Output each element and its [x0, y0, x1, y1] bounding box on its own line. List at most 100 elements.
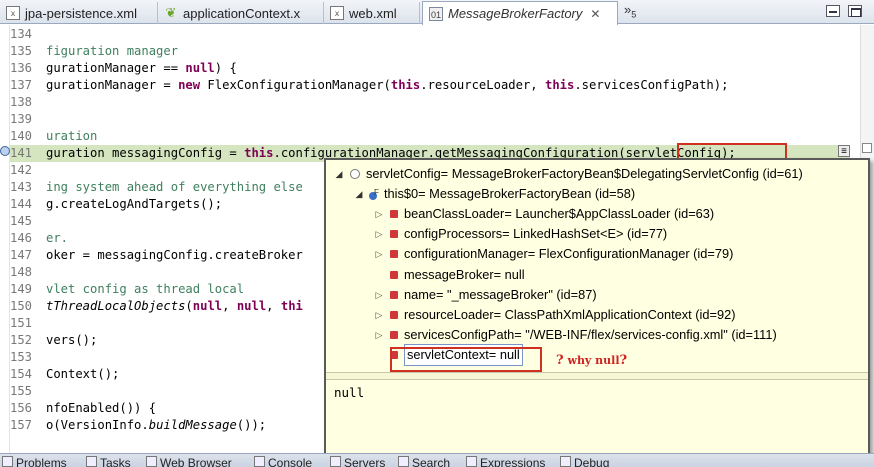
private-field-icon: [390, 210, 398, 218]
spring-leaf-icon: ❦: [165, 5, 177, 20]
code-token: ,: [222, 299, 237, 313]
tree-node-label: configurationManager= FlexConfigurationM…: [404, 246, 734, 262]
console-icon: [254, 456, 265, 467]
code-token: oker = messagingConfig.createBroker: [46, 248, 303, 262]
tree-node-label: servletConfig= MessageBrokerFactoryBean$…: [366, 166, 803, 181]
tree-child-node[interactable]: ▷ servicesConfigPath= "/WEB-INF/flex/serv…: [372, 325, 777, 345]
tab-application-context[interactable]: ❦ applicationContext.x: [158, 2, 324, 24]
private-field-icon: [390, 250, 398, 259]
code-token: ing system ahead of everything else: [46, 180, 303, 194]
view-tab[interactable]: Console: [254, 456, 312, 467]
popup-splitter[interactable]: [326, 372, 868, 380]
popup-menu-icon[interactable]: ≡: [838, 145, 850, 157]
line-number: 144: [10, 197, 33, 211]
view-tab-label: Web Browser: [160, 456, 232, 467]
code-token: guration messagingConfig =: [46, 146, 245, 160]
overflow-count: 5: [631, 9, 637, 20]
servers-icon: [330, 456, 341, 467]
code-token: ());: [236, 418, 267, 432]
code-token: gurationManager ==: [46, 61, 186, 75]
code-token: nfoEnabled()) {: [46, 401, 157, 415]
view-tab[interactable]: Tasks: [86, 456, 131, 467]
code-line[interactable]: 137 gurationManager = new FlexConfigurati…: [10, 77, 850, 94]
line-number: 138: [10, 95, 33, 109]
line-number: 152: [10, 333, 33, 347]
private-field-icon: [390, 331, 398, 340]
code-line[interactable]: 135 figuration manager: [10, 43, 850, 60]
view-tab[interactable]: Web Browser: [146, 456, 232, 467]
line-number: 146: [10, 231, 33, 245]
tab-message-broker-factory[interactable]: 01 MessageBrokerFactory ✕: [422, 1, 618, 25]
code-token: figuration manager: [46, 44, 179, 58]
variable-icon: [350, 169, 360, 179]
line-number: 139: [10, 112, 33, 126]
tree-node-label: configProcessors= LinkedHashSet<E> (id=7…: [404, 226, 668, 242]
editor-tab-bar: x jpa-persistence.xml ❦ applicationConte…: [0, 0, 874, 25]
line-number: 156: [10, 401, 33, 415]
tree-node-label: beanClassLoader= Launcher$AppClassLoader…: [404, 206, 715, 221]
view-tab[interactable]: Search: [398, 456, 450, 467]
line-number: 140: [10, 129, 33, 143]
code-token: uration: [46, 129, 98, 143]
tree-child-node[interactable]: ▷ resourceLoader= ClassPathXmlApplication…: [372, 305, 736, 325]
minimize-button[interactable]: [826, 5, 840, 17]
code-token: g.createLogAndTargets();: [46, 197, 223, 211]
close-tab-icon[interactable]: ✕: [590, 7, 600, 21]
tasks-icon: [86, 456, 97, 467]
tree-node-label: messageBroker= null: [404, 266, 525, 282]
collapse-triangle-icon[interactable]: ◢: [352, 184, 366, 204]
line-number: 147: [10, 248, 33, 262]
code-token: vlet config as thread local: [46, 282, 245, 296]
tree-this-node[interactable]: ◢ F this$0= MessageBrokerFactoryBean (id…: [352, 184, 636, 204]
code-token: vers();: [46, 333, 98, 347]
private-field-icon: [390, 230, 398, 239]
line-number: 153: [10, 350, 33, 364]
question-mark: ?: [556, 353, 564, 368]
maximize-button[interactable]: [848, 5, 862, 17]
view-tab-label: Tasks: [100, 456, 131, 467]
expand-triangle-icon[interactable]: ▷: [372, 325, 386, 345]
view-tab[interactable]: Problems: [2, 456, 67, 467]
view-tab[interactable]: Expressions: [466, 456, 545, 467]
tree-root-node[interactable]: ◢ servletConfig= MessageBrokerFactoryBea…: [332, 164, 803, 184]
line-number: 134: [10, 27, 33, 41]
code-token: .servicesConfigPath);: [574, 78, 729, 92]
detail-pane[interactable]: null: [326, 380, 868, 458]
code-line[interactable]: 134: [10, 26, 850, 43]
code-line[interactable]: 139: [10, 111, 850, 128]
debug-icon: [560, 456, 571, 467]
tree-child-node[interactable]: ▷ name= "_messageBroker" (id=87): [372, 285, 597, 305]
code-token: null: [192, 299, 223, 313]
ruler-marker-icon[interactable]: [862, 143, 872, 153]
tree-child-node[interactable]: messageBroker= null: [372, 265, 525, 285]
breakpoint-instruction-pointer-icon[interactable]: [0, 146, 10, 156]
editor-gutter: [0, 25, 10, 453]
tree-child-node[interactable]: ▷ beanClassLoader= Launcher$AppClassLoade…: [372, 204, 715, 224]
tab-overflow-button[interactable]: »5: [624, 2, 636, 20]
line-number: 150: [10, 299, 33, 313]
private-field-icon: [390, 311, 398, 319]
view-tab[interactable]: Servers: [330, 456, 385, 467]
code-line[interactable]: 138: [10, 94, 850, 111]
view-tab-label: Search: [412, 456, 451, 467]
tree-child-node[interactable]: ▷ configurationManager= FlexConfiguration…: [372, 244, 734, 264]
line-number: 143: [10, 180, 33, 194]
collapse-triangle-icon[interactable]: ◢: [332, 164, 346, 184]
xml-file-icon: x: [330, 6, 344, 20]
annotation-text: why null: [567, 354, 620, 367]
view-tab-label: Console: [268, 456, 313, 467]
code-line[interactable]: 136 gurationManager == null) {: [10, 60, 850, 77]
view-tab[interactable]: Debug: [560, 456, 609, 467]
line-number: 141: [10, 146, 33, 160]
expand-triangle-icon[interactable]: ▷: [372, 244, 386, 264]
tab-jpa-persistence-xml[interactable]: x jpa-persistence.xml: [0, 2, 158, 24]
tree-child-node[interactable]: ▷ configProcessors= LinkedHashSet<E> (id=…: [372, 224, 668, 244]
expand-triangle-icon[interactable]: ▷: [372, 224, 386, 244]
expand-triangle-icon[interactable]: ▷: [372, 305, 386, 325]
expand-triangle-icon[interactable]: ▷: [372, 204, 386, 224]
expand-triangle-icon[interactable]: ▷: [372, 285, 386, 305]
inspect-popup[interactable]: ◢ servletConfig= MessageBrokerFactoryBea…: [324, 158, 870, 460]
code-token: .resourceLoader,: [420, 78, 545, 92]
private-field-icon: [390, 290, 398, 299]
tab-web-xml[interactable]: x web.xml: [324, 2, 420, 24]
